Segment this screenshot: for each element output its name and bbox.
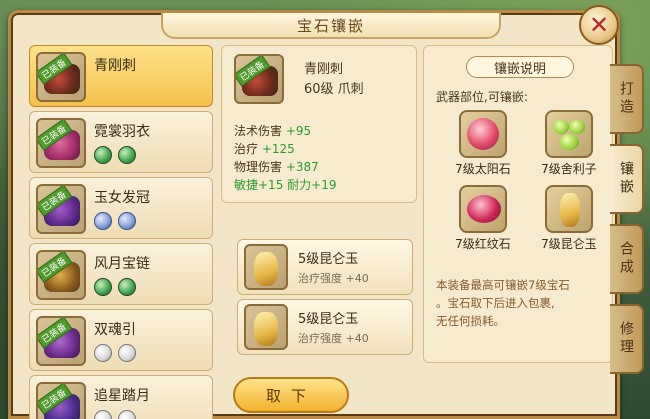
allowed-gems-grid: 7级太阳石 7级舍利子 7级红纹石 7级昆仑玉	[440, 110, 612, 252]
note-line: 。宝石取下后进入包裹,	[436, 296, 555, 310]
white-gem-icon	[94, 344, 112, 362]
gem-effect-label: 治疗强度	[298, 272, 342, 285]
tab-repair[interactable]: 修理	[610, 304, 644, 374]
close-icon: ✕	[588, 11, 610, 39]
gem-name: 5级昆仑玉	[298, 252, 359, 267]
red-vein-stone-icon	[459, 185, 507, 233]
socket-gems	[94, 344, 136, 362]
equipment-item[interactable]: 已装备 霓裳羽衣	[29, 111, 213, 173]
gem-label: 7级舍利子	[541, 162, 597, 176]
tab-inlay[interactable]: 镶嵌	[610, 144, 644, 214]
green-gem-icon	[118, 146, 136, 164]
stat-row: 法术伤害 +95	[234, 122, 336, 140]
stat-row: 治疗 +125	[234, 140, 336, 158]
gem-effect-value: +40	[345, 272, 369, 285]
gem-effect: 治疗强度 +40	[298, 270, 369, 286]
socketed-gem-card[interactable]: 5级昆仑玉 治疗强度 +40	[237, 239, 413, 295]
stat-value: +95	[285, 124, 312, 138]
stat-row: 敏捷+15 耐力+19	[234, 176, 336, 194]
item-slot: 已装备	[36, 316, 86, 366]
green-gem-icon	[94, 278, 112, 296]
tab-synthesis[interactable]: 合成	[610, 224, 644, 294]
equipment-level: 60级 爪刺	[304, 82, 364, 97]
stat-value: +125	[261, 142, 295, 156]
sarira-icon	[545, 110, 593, 158]
moon-gem-icon	[94, 212, 112, 230]
gem-slot	[244, 304, 288, 350]
equipment-item[interactable]: 已装备 玉女发冠	[29, 177, 213, 239]
equipment-info-card: 已装备 青刚刺 60级 爪刺 法术伤害 +95 治疗 +125 物理伤害 +38…	[221, 45, 417, 203]
green-gem-icon	[118, 278, 136, 296]
stats-list: 法术伤害 +95 治疗 +125 物理伤害 +387 敏捷+15 耐力+19	[234, 122, 336, 194]
equipment-item[interactable]: 已装备 青刚刺	[29, 45, 213, 107]
white-gem-icon	[118, 344, 136, 362]
item-name: 青刚刺	[94, 58, 136, 74]
socketed-gem-card[interactable]: 5级昆仑玉 治疗强度 +40	[237, 299, 413, 355]
equipment-item[interactable]: 已装备 追星踏月	[29, 375, 213, 419]
stat-row: 物理伤害 +387	[234, 158, 336, 176]
item-name: 风月宝链	[94, 256, 150, 272]
stat-value: +387	[285, 160, 319, 174]
stat-label: 法术伤害	[234, 124, 283, 138]
item-name: 双魂引	[94, 322, 136, 338]
equipment-name: 青刚刺	[304, 62, 344, 77]
item-name: 追星踏月	[94, 388, 150, 404]
kunlun-jade-icon	[545, 185, 593, 233]
note-line: 本装备最高可镶嵌7级宝石	[436, 278, 570, 292]
gem-name: 5级昆仑玉	[298, 312, 359, 327]
inlay-info-panel: 镶嵌说明 武器部位,可镶嵌: 7级太阳石 7级舍利子 7级红纹石 7级昆仑玉 本…	[423, 45, 613, 363]
gem-inlay-window: 宝石镶嵌 ✕ 已装备 青刚刺 已装备 霓裳羽衣 已装备 玉女发冠 已装备 风月宝…	[8, 5, 620, 419]
gem-label: 7级太阳石	[455, 162, 511, 176]
stat-label: 治疗	[234, 142, 259, 156]
info-subtitle: 武器部位,可镶嵌:	[436, 90, 528, 104]
gem-slot	[244, 244, 288, 290]
white-gem-icon	[94, 410, 112, 419]
kunlun-jade-icon	[254, 312, 278, 346]
remove-gem-button[interactable]: 取下	[233, 377, 349, 413]
allowed-gem[interactable]: 7级昆仑玉	[526, 185, 612, 252]
gem-effect-value: +40	[345, 332, 369, 345]
note-line: 无任何损耗。	[436, 314, 505, 328]
stat-label: 敏捷+15	[234, 178, 284, 192]
title-text: 宝石镶嵌	[296, 16, 365, 35]
green-gem-icon	[94, 146, 112, 164]
stat-label: 物理伤害	[234, 160, 283, 174]
stat-value: 耐力+19	[287, 178, 337, 192]
socket-gems	[94, 212, 136, 230]
allowed-gem[interactable]: 7级红纹石	[440, 185, 526, 252]
equipment-slot: 已装备	[234, 54, 284, 104]
item-slot: 已装备	[36, 52, 86, 102]
info-note: 本装备最高可镶嵌7级宝石 。宝石取下后进入包裹, 无任何损耗。	[436, 276, 606, 330]
equipment-item[interactable]: 已装备 双魂引	[29, 309, 213, 371]
item-name: 霓裳羽衣	[94, 124, 150, 140]
gem-label: 7级红纹石	[455, 237, 511, 251]
moon-gem-icon	[118, 212, 136, 230]
socket-gems	[94, 146, 136, 164]
item-slot: 已装备	[36, 118, 86, 168]
gem-effect: 治疗强度 +40	[298, 330, 369, 346]
item-slot: 已装备	[36, 250, 86, 300]
equipment-list: 已装备 青刚刺 已装备 霓裳羽衣 已装备 玉女发冠 已装备 风月宝链 已装备 双…	[29, 45, 213, 419]
item-name: 玉女发冠	[94, 190, 150, 206]
socket-gems	[94, 278, 136, 296]
item-slot: 已装备	[36, 382, 86, 419]
allowed-gem[interactable]: 7级太阳石	[440, 110, 526, 177]
side-tabs: 打造 镶嵌 合成 修理	[610, 64, 644, 384]
gem-effect-label: 治疗强度	[298, 332, 342, 345]
item-slot: 已装备	[36, 184, 86, 234]
socket-gems	[94, 410, 136, 419]
tab-forge[interactable]: 打造	[610, 64, 644, 134]
sun-stone-icon	[459, 110, 507, 158]
equipment-item[interactable]: 已装备 风月宝链	[29, 243, 213, 305]
kunlun-jade-icon	[254, 252, 278, 286]
gem-label: 7级昆仑玉	[541, 237, 597, 251]
allowed-gem[interactable]: 7级舍利子	[526, 110, 612, 177]
white-gem-icon	[118, 410, 136, 419]
window-title: 宝石镶嵌	[161, 13, 501, 39]
close-button[interactable]: ✕	[579, 5, 619, 45]
info-title: 镶嵌说明	[466, 56, 574, 78]
equipment-detail-panel: 已装备 青刚刺 60级 爪刺 法术伤害 +95 治疗 +125 物理伤害 +38…	[221, 45, 417, 419]
